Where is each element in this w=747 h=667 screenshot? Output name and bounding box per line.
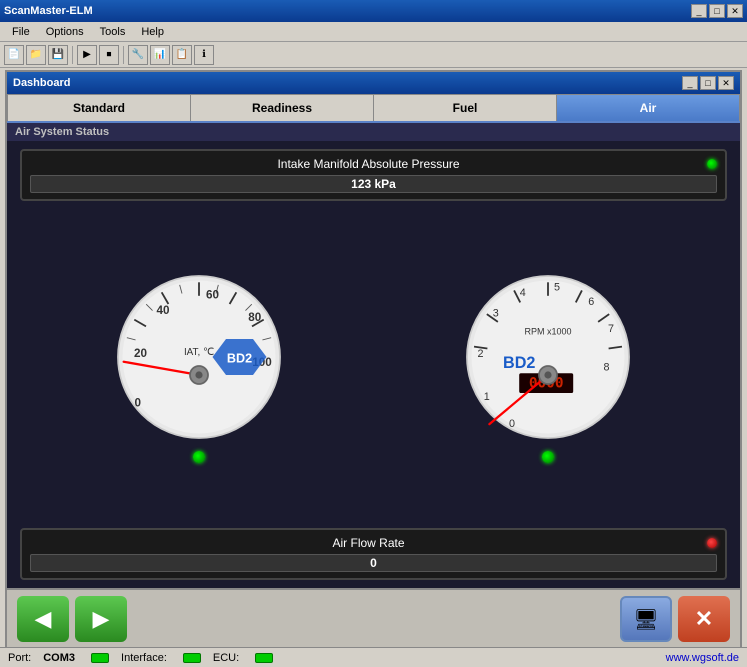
airflow-label: Air Flow Rate xyxy=(30,536,707,550)
toolbar-btn-7[interactable]: 📊 xyxy=(150,45,170,65)
svg-text:0: 0 xyxy=(135,396,142,409)
svg-text:2: 2 xyxy=(477,348,483,360)
svg-text:60: 60 xyxy=(206,288,220,301)
section-header: Air System Status xyxy=(7,123,740,141)
toolbar-btn-2[interactable]: 📁 xyxy=(26,45,46,65)
dashboard-inner: Standard Readiness Fuel Air Air System S… xyxy=(7,94,740,648)
toolbar-btn-1[interactable]: 📄 xyxy=(4,45,24,65)
pressure-value: 123 kPa xyxy=(351,177,396,191)
svg-text:40: 40 xyxy=(157,303,171,316)
action-buttons: 🖥 ✕ xyxy=(620,596,730,642)
svg-text:20: 20 xyxy=(134,347,148,360)
outer-close-btn[interactable]: ✕ xyxy=(727,4,743,18)
svg-text:BD2: BD2 xyxy=(503,353,535,371)
back-button[interactable]: ◀ xyxy=(17,596,69,642)
tab-standard[interactable]: Standard xyxy=(7,94,191,121)
gauges-row: 0 20 40 60 80 100 IAT, ℃ BD2 xyxy=(15,201,732,528)
outer-minimize-btn[interactable]: _ xyxy=(691,4,707,18)
forward-icon: ▶ xyxy=(93,606,110,632)
svg-text:3: 3 xyxy=(493,307,499,319)
tab-fuel[interactable]: Fuel xyxy=(374,94,557,121)
svg-text:6: 6 xyxy=(588,295,594,307)
svg-text:RPM x1000: RPM x1000 xyxy=(524,326,571,336)
airflow-value: 0 xyxy=(370,556,377,570)
dashboard-title-bar: Dashboard _ □ ✕ xyxy=(7,72,740,94)
toolbar-btn-3[interactable]: 💾 xyxy=(48,45,68,65)
menu-tools[interactable]: Tools xyxy=(92,24,134,40)
toolbar-btn-6[interactable]: 🔧 xyxy=(128,45,148,65)
toolbar: 📄 📁 💾 ▶ ⏹ 🔧 📊 📋 ℹ xyxy=(0,42,747,68)
rpm-gauge-indicator xyxy=(542,451,554,463)
menu-bar: File Options Tools Help xyxy=(0,22,747,42)
monitor-icon: 🖥 xyxy=(633,607,658,632)
dashboard-window: Dashboard _ □ ✕ Standard Readiness Fuel … xyxy=(5,70,742,650)
toolbar-btn-8[interactable]: 📋 xyxy=(172,45,192,65)
dashboard-win-controls: _ □ ✕ xyxy=(682,76,734,90)
toolbar-btn-4[interactable]: ▶ xyxy=(77,45,97,65)
tab-readiness[interactable]: Readiness xyxy=(191,94,374,121)
ecu-led xyxy=(255,653,273,663)
interface-led xyxy=(183,653,201,663)
airflow-status-dot xyxy=(707,538,717,548)
pressure-container: Intake Manifold Absolute Pressure 123 kP… xyxy=(20,149,727,201)
status-bar: Port: COM3 Interface: ECU: www.wgsoft.de xyxy=(0,647,747,667)
forward-button[interactable]: ▶ xyxy=(75,596,127,642)
port-led xyxy=(91,653,109,663)
svg-text:BD2: BD2 xyxy=(227,351,252,365)
dashboard-title: Dashboard xyxy=(13,77,70,89)
interface-label: Interface: xyxy=(121,652,167,664)
airflow-label-row: Air Flow Rate xyxy=(30,536,717,550)
toolbar-btn-9[interactable]: ℹ xyxy=(194,45,214,65)
svg-text:1: 1 xyxy=(484,391,490,403)
status-left: Port: COM3 Interface: ECU: xyxy=(8,652,273,664)
gauges-content: Intake Manifold Absolute Pressure 123 kP… xyxy=(7,141,740,588)
website: www.wgsoft.de xyxy=(666,652,739,664)
svg-text:7: 7 xyxy=(608,322,614,334)
rpm-gauge-svg: 3 4 5 6 7 2 1 0 8 RPM x1000 xyxy=(458,267,638,447)
iat-gauge-svg: 0 20 40 60 80 100 IAT, ℃ BD2 xyxy=(109,267,289,447)
tab-air[interactable]: Air xyxy=(557,94,740,121)
toolbar-btn-5[interactable]: ⏹ xyxy=(99,45,119,65)
airflow-progress-bar: 0 xyxy=(30,554,717,572)
close-button[interactable]: ✕ xyxy=(678,596,730,642)
rpm-gauge-wrapper: 3 4 5 6 7 2 1 0 8 RPM x1000 xyxy=(458,267,638,463)
outer-win-controls: _ □ ✕ xyxy=(691,4,743,18)
pressure-label-row: Intake Manifold Absolute Pressure xyxy=(30,157,717,171)
pressure-progress-bar: 123 kPa xyxy=(30,175,717,193)
svg-text:4: 4 xyxy=(520,286,526,298)
iat-gauge-indicator xyxy=(193,451,205,463)
menu-options[interactable]: Options xyxy=(38,24,92,40)
dashboard-close-btn[interactable]: ✕ xyxy=(718,76,734,90)
toolbar-sep-2 xyxy=(123,46,124,64)
port-value: COM3 xyxy=(43,652,75,664)
nav-buttons: ◀ ▶ xyxy=(17,596,127,642)
svg-text:80: 80 xyxy=(249,311,263,324)
close-icon: ✕ xyxy=(695,606,713,632)
dashboard-maximize-btn[interactable]: □ xyxy=(700,76,716,90)
monitor-button[interactable]: 🖥 xyxy=(620,596,672,642)
iat-gauge-wrapper: 0 20 40 60 80 100 IAT, ℃ BD2 xyxy=(109,267,289,463)
outer-maximize-btn[interactable]: □ xyxy=(709,4,725,18)
bottom-bar: ◀ ▶ 🖥 ✕ xyxy=(7,588,740,648)
airflow-container: Air Flow Rate 0 xyxy=(20,528,727,580)
menu-help[interactable]: Help xyxy=(133,24,172,40)
port-label: Port: xyxy=(8,652,31,664)
ecu-label: ECU: xyxy=(213,652,239,664)
content-area: Intake Manifold Absolute Pressure 123 kP… xyxy=(7,141,740,588)
pressure-label: Intake Manifold Absolute Pressure xyxy=(30,157,707,171)
menu-file[interactable]: File xyxy=(4,24,38,40)
svg-text:IAT, ℃: IAT, ℃ xyxy=(184,347,214,358)
toolbar-sep-1 xyxy=(72,46,73,64)
back-icon: ◀ xyxy=(35,606,52,632)
pressure-status-dot xyxy=(707,159,717,169)
outer-title-text: ScanMaster-ELM xyxy=(4,5,93,17)
dashboard-minimize-btn[interactable]: _ xyxy=(682,76,698,90)
outer-title-bar: ScanMaster-ELM _ □ ✕ xyxy=(0,0,747,22)
svg-text:8: 8 xyxy=(603,361,609,373)
tabs-bar: Standard Readiness Fuel Air xyxy=(7,94,740,123)
svg-text:5: 5 xyxy=(554,281,560,293)
svg-text:0: 0 xyxy=(509,418,515,430)
